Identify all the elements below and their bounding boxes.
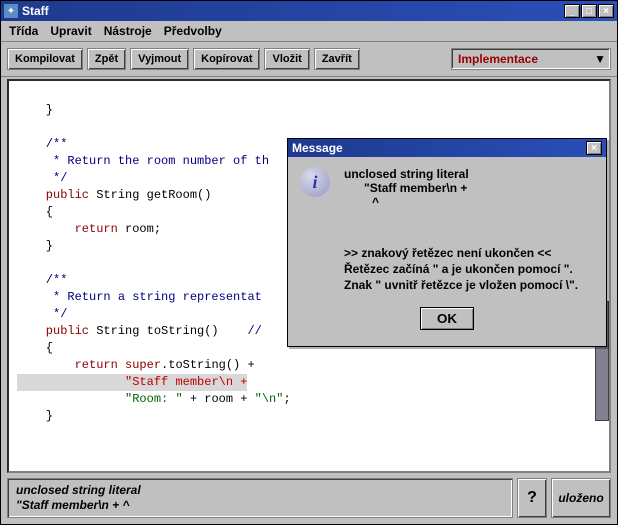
dialog-title: Message (292, 141, 586, 155)
status-message: unclosed string literal "Staff member\n … (7, 478, 513, 518)
view-combo[interactable]: Implementace ▼ (451, 48, 611, 70)
status-line2: "Staff member\n + ^ (16, 498, 504, 513)
close-button[interactable]: Zavřít (314, 48, 360, 70)
dialog-error-title: unclosed string literal (344, 167, 469, 181)
menu-preferences[interactable]: Předvolby (164, 24, 222, 38)
help-button[interactable]: ? (517, 478, 547, 518)
menu-tools[interactable]: Nástroje (104, 24, 152, 38)
close-window-button[interactable]: × (598, 4, 614, 18)
menu-edit[interactable]: Upravit (50, 24, 91, 38)
status-line1: unclosed string literal (16, 483, 504, 498)
titlebar: ✦ Staff _ □ × (1, 1, 617, 21)
undo-button[interactable]: Zpět (87, 48, 126, 70)
error-highlight: "Staff member\n + (125, 375, 247, 389)
chevron-down-icon: ▼ (594, 52, 606, 66)
menubar: Třída Upravit Nástroje Předvolby (1, 21, 617, 42)
dialog-body: i unclosed string literal "Staff member\… (288, 157, 606, 346)
cut-button[interactable]: Vyjmout (130, 48, 189, 70)
statusbar: unclosed string literal "Staff member\n … (1, 475, 617, 524)
paste-button[interactable]: Vložit (264, 48, 309, 70)
window-title: Staff (22, 4, 564, 18)
minimize-button[interactable]: _ (564, 4, 580, 18)
dialog-close-button[interactable]: × (586, 141, 602, 155)
copy-button[interactable]: Kopírovat (193, 48, 260, 70)
maximize-button[interactable]: □ (581, 4, 597, 18)
dialog-error-snippet: "Staff member\n + (364, 181, 469, 195)
message-dialog: Message × i unclosed string literal "Sta… (287, 138, 607, 347)
window-controls: _ □ × (564, 4, 614, 18)
dialog-ok-button[interactable]: OK (420, 307, 474, 330)
compile-button[interactable]: Kompilovat (7, 48, 83, 70)
toolbar: Kompilovat Zpět Vyjmout Kopírovat Vložit… (1, 42, 617, 77)
info-icon: i (300, 167, 330, 197)
saved-indicator: uloženo (551, 478, 611, 518)
dialog-titlebar[interactable]: Message × (288, 139, 606, 157)
combo-value: Implementace (458, 52, 538, 66)
menu-class[interactable]: Třída (9, 24, 38, 38)
app-icon: ✦ (4, 4, 18, 18)
dialog-error-caret: ^ (372, 195, 469, 209)
dialog-explanation: >> znakový řetězec není ukončen << Řetěz… (344, 245, 594, 293)
